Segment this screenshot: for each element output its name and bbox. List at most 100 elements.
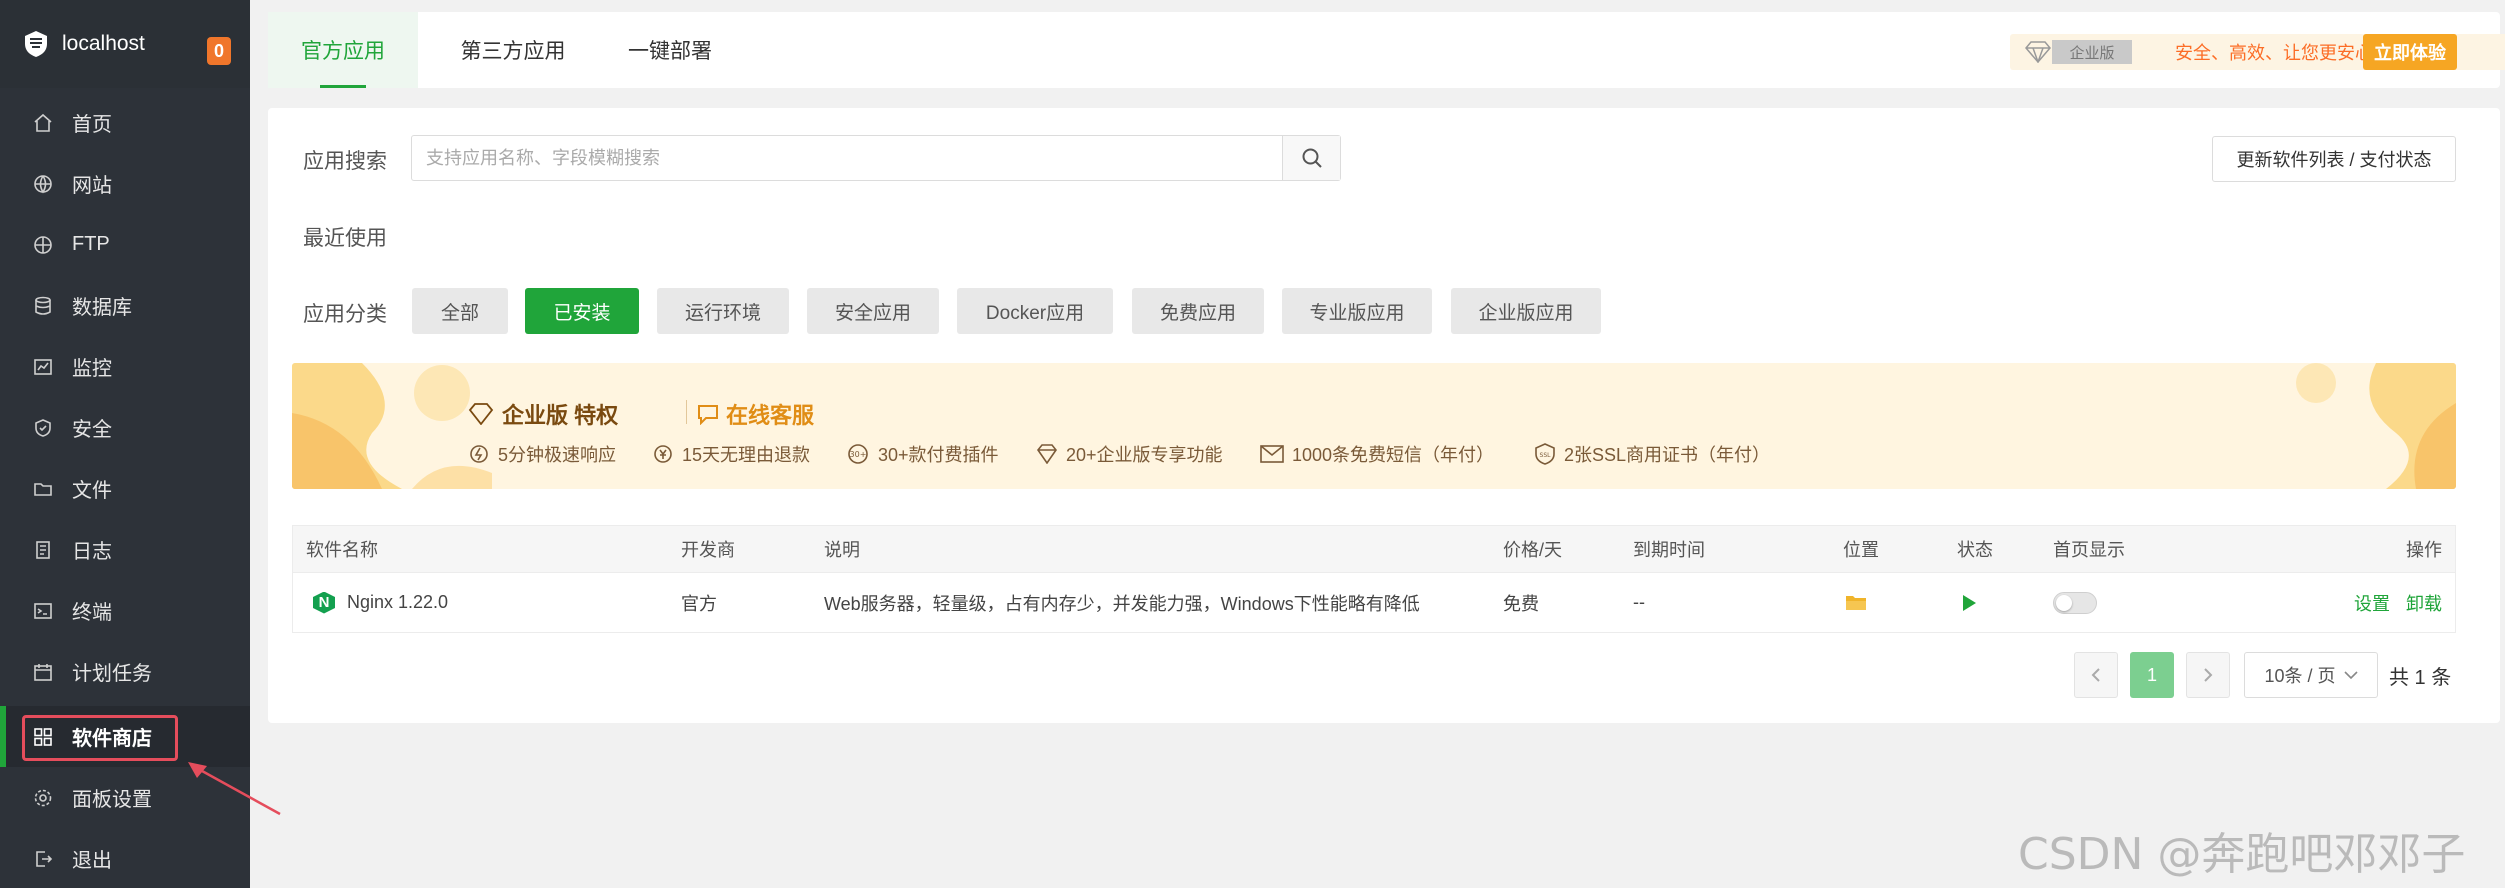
page-current[interactable]: 1: [2130, 652, 2174, 698]
sidebar-item-database[interactable]: 数据库: [0, 275, 250, 336]
sidebar-item-label: 监控: [72, 358, 112, 380]
sidebar-item-label: 数据库: [72, 297, 132, 319]
category-free[interactable]: 免费应用: [1132, 288, 1264, 334]
category-docker[interactable]: Docker应用: [957, 288, 1113, 334]
ssl-icon: SSL: [1534, 443, 1556, 465]
banner-title-enterprise: 企业版 特权: [468, 398, 618, 430]
tab-third-party-apps[interactable]: 第三方应用: [428, 12, 598, 88]
col-name: 软件名称: [306, 540, 378, 560]
col-home-display: 首页显示: [2053, 540, 2125, 560]
gear-icon: [32, 787, 54, 809]
sidebar-item-website[interactable]: 网站: [0, 153, 250, 214]
top-tabs-bar: 官方应用 第三方应用 一键部署 企业版 安全、高效、让您更安心 立即体验: [268, 12, 2505, 88]
sidebar-item-ftp[interactable]: FTP: [0, 214, 250, 275]
col-status: 状态: [1957, 540, 1993, 560]
sidebar-item-label: 文件: [72, 480, 112, 502]
nginx-icon: N: [313, 591, 335, 614]
sidebar-item-files[interactable]: 文件: [0, 458, 250, 519]
banner-feature: 30+ 30+款付费插件: [846, 441, 999, 467]
sidebar-item-label: 安全: [72, 419, 112, 441]
table-header: 软件名称 开发商 说明 价格/天 到期时间 位置 状态 首页显示 操作: [293, 526, 2455, 572]
banner-feature: 5分钟极速响应: [468, 441, 616, 467]
banner-decoration-right: [2296, 363, 2456, 489]
diamond-icon: [2025, 41, 2051, 63]
table-row: N Nginx 1.22.0 官方 Web服务器，轻量级，占有内存少，并发能力强…: [293, 572, 2455, 632]
banner-feature-label: 1000条免费短信（年付）: [1292, 445, 1495, 465]
log-icon: [32, 539, 54, 561]
uninstall-link[interactable]: 卸载: [2406, 590, 2442, 616]
software-table: 软件名称 开发商 说明 价格/天 到期时间 位置 状态 首页显示 操作 N Ng…: [292, 525, 2456, 633]
page-size-value: 10条 / 页: [2264, 666, 2336, 686]
software-name-cell[interactable]: N Nginx 1.22.0: [313, 573, 448, 632]
search-button[interactable]: [1282, 136, 1340, 180]
chevron-right-icon: [2204, 668, 2213, 682]
sidebar-item-label: 日志: [72, 541, 112, 563]
sidebar-item-label: 终端: [72, 602, 112, 624]
globe-icon: [32, 173, 54, 195]
sidebar-item-cron[interactable]: 计划任务: [0, 641, 250, 702]
total-count: 共 1 条: [2389, 666, 2452, 689]
bt-logo-icon: [22, 30, 50, 58]
annotation-arrow-icon: [188, 762, 281, 816]
banner-feature-label: 30+款付费插件: [878, 445, 999, 465]
open-folder-button[interactable]: [1845, 573, 1867, 632]
search-icon: [1302, 148, 1322, 168]
sidebar-item-logs[interactable]: 日志: [0, 519, 250, 580]
enterprise-slogan: 安全、高效、让您更安心: [2175, 43, 2373, 63]
banner-feature-label: 15天无理由退款: [682, 445, 811, 465]
category-pro[interactable]: 专业版应用: [1282, 288, 1432, 334]
tab-label: 第三方应用: [460, 40, 566, 63]
home-display-toggle[interactable]: [2053, 573, 2097, 632]
enterprise-tag: 企业版: [2010, 34, 2160, 70]
category-security[interactable]: 安全应用: [807, 288, 939, 334]
banner-feature: SSL 2张SSL商用证书（年付）: [1534, 441, 1770, 467]
banner-feature: 15天无理由退款: [652, 441, 810, 467]
category-all[interactable]: 全部: [412, 288, 508, 334]
col-desc: 说明: [824, 540, 860, 560]
sidebar-item-monitor[interactable]: 监控: [0, 336, 250, 397]
software-name: Nginx 1.22.0: [347, 592, 449, 612]
host-name[interactable]: localhost: [62, 32, 145, 56]
start-button[interactable]: [1961, 573, 1977, 632]
fast-response-icon: [468, 443, 490, 465]
enterprise-banner[interactable]: 企业版 特权 在线客服 5分钟极速响应 15天无理由退款 30+ 30+款付费插…: [292, 363, 2456, 489]
sidebar-item-logout[interactable]: 退出: [0, 828, 250, 888]
update-software-list-button[interactable]: 更新软件列表 / 支付状态: [2212, 136, 2456, 182]
sidebar-item-security[interactable]: 安全: [0, 397, 250, 458]
sidebar-item-label: 退出: [72, 850, 112, 872]
tab-one-click-deploy[interactable]: 一键部署: [600, 12, 740, 88]
settings-link[interactable]: 设置: [2354, 590, 2390, 616]
vendor-cell: 官方: [681, 593, 717, 614]
sidebar-item-terminal[interactable]: 终端: [0, 580, 250, 641]
banner-feature: 1000条免费短信（年付）: [1260, 441, 1494, 467]
database-icon: [32, 295, 54, 317]
diamond-icon: [1036, 444, 1058, 464]
category-enterprise[interactable]: 企业版应用: [1451, 288, 1601, 334]
chevron-left-icon: [2091, 668, 2100, 682]
next-page-button[interactable]: [2186, 652, 2230, 698]
online-service-link[interactable]: 在线客服: [696, 398, 814, 430]
banner-title-enterprise-label: 企业版 特权: [502, 403, 619, 428]
expire-cell: --: [1633, 592, 1645, 612]
recent-label: 最近使用: [303, 227, 387, 250]
sidebar-item-label: 首页: [72, 114, 112, 136]
page-size-select[interactable]: 10条 / 页: [2244, 652, 2378, 698]
category-runtime[interactable]: 运行环境: [657, 288, 789, 334]
sidebar-item-home[interactable]: 首页: [0, 92, 250, 153]
tab-official-apps[interactable]: 官方应用: [268, 12, 418, 88]
main-panel: 应用搜索 更新软件列表 / 支付状态 最近使用 应用分类 全部 已安装 运行环境…: [268, 108, 2500, 723]
notification-badge[interactable]: 0: [207, 37, 231, 65]
folder-icon: [32, 478, 54, 500]
watermark: CSDN @奔跑吧邓邓子: [2018, 829, 2466, 880]
col-location: 位置: [1843, 540, 1879, 560]
search-input[interactable]: [412, 136, 1282, 180]
active-indicator: [0, 706, 6, 767]
desc-cell: Web服务器，轻量级，占有内存少，并发能力强，Windows下性能略有降低: [824, 593, 1420, 614]
try-now-button[interactable]: 立即体验: [2363, 34, 2457, 70]
prev-page-button[interactable]: [2074, 652, 2118, 698]
highlight-box: [22, 715, 178, 761]
actions-cell: 设置 卸载: [2338, 573, 2442, 632]
home-icon: [32, 112, 54, 134]
category-installed[interactable]: 已安装: [525, 288, 639, 334]
ftp-globe-icon: [32, 234, 54, 256]
